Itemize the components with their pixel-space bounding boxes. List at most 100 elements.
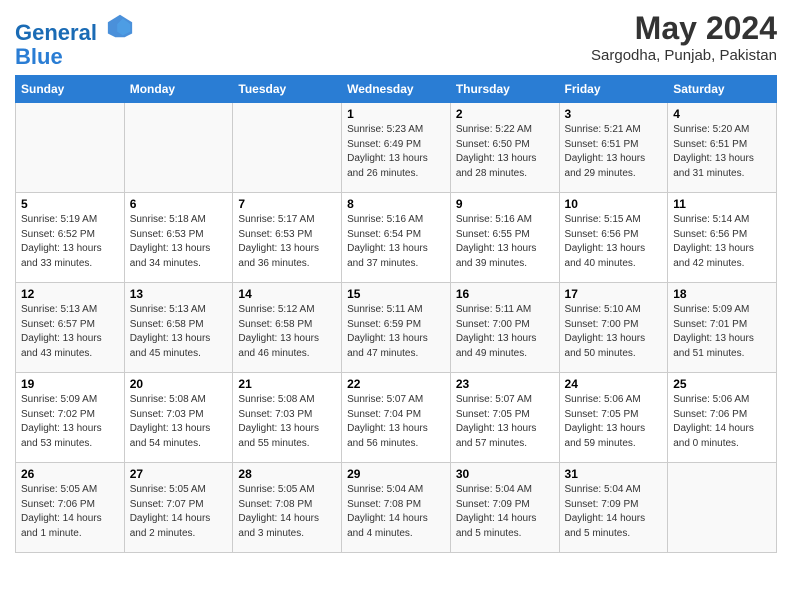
calendar-cell: 8 Sunrise: 5:16 AMSunset: 6:54 PMDaylight… xyxy=(342,193,451,283)
calendar-week-5: 26 Sunrise: 5:05 AMSunset: 7:06 PMDayligh… xyxy=(16,463,777,553)
calendar-cell: 14 Sunrise: 5:12 AMSunset: 6:58 PMDayligh… xyxy=(233,283,342,373)
day-number: 31 xyxy=(565,467,663,481)
calendar-cell: 21 Sunrise: 5:08 AMSunset: 7:03 PMDayligh… xyxy=(233,373,342,463)
day-number: 14 xyxy=(238,287,336,301)
day-info: Sunrise: 5:15 AMSunset: 6:56 PMDaylight:… xyxy=(565,213,663,271)
day-number: 24 xyxy=(565,377,663,391)
day-info: Sunrise: 5:06 AMSunset: 7:05 PMDaylight:… xyxy=(565,393,663,451)
calendar-table: SundayMondayTuesdayWednesdayThursdayFrid… xyxy=(15,75,777,553)
day-info: Sunrise: 5:08 AMSunset: 7:03 PMDaylight:… xyxy=(130,393,228,451)
calendar-cell: 2Sunrise: 5:22 AMSunset: 6:50 PMDaylight… xyxy=(450,103,559,193)
day-info: Sunrise: 5:22 AMSunset: 6:50 PMDaylight:… xyxy=(456,123,554,181)
day-number: 3 xyxy=(565,107,663,121)
day-info: Sunrise: 5:06 AMSunset: 7:06 PMDaylight:… xyxy=(673,393,771,451)
weekday-header-saturday: Saturday xyxy=(668,76,777,103)
day-number: 1 xyxy=(347,107,445,121)
calendar-header: SundayMondayTuesdayWednesdayThursdayFrid… xyxy=(16,76,777,103)
calendar-cell xyxy=(124,103,233,193)
calendar-cell: 16 Sunrise: 5:11 AMSunset: 7:00 PMDayligh… xyxy=(450,283,559,373)
day-info: Sunrise: 5:04 AMSunset: 7:09 PMDaylight:… xyxy=(565,483,663,541)
calendar-cell: 9 Sunrise: 5:16 AMSunset: 6:55 PMDaylight… xyxy=(450,193,559,283)
day-number: 19 xyxy=(21,377,119,391)
day-number: 8 xyxy=(347,197,445,211)
day-info: Sunrise: 5:05 AMSunset: 7:06 PMDaylight:… xyxy=(21,483,119,541)
calendar-cell: 28 Sunrise: 5:05 AMSunset: 7:08 PMDayligh… xyxy=(233,463,342,553)
weekday-header-thursday: Thursday xyxy=(450,76,559,103)
day-number: 25 xyxy=(673,377,771,391)
day-info: Sunrise: 5:04 AMSunset: 7:09 PMDaylight:… xyxy=(456,483,554,541)
day-info: Sunrise: 5:12 AMSunset: 6:58 PMDaylight:… xyxy=(238,303,336,361)
day-info: Sunrise: 5:14 AMSunset: 6:56 PMDaylight:… xyxy=(673,213,771,271)
day-info: Sunrise: 5:16 AMSunset: 6:54 PMDaylight:… xyxy=(347,213,445,271)
day-number: 29 xyxy=(347,467,445,481)
day-info: Sunrise: 5:08 AMSunset: 7:03 PMDaylight:… xyxy=(238,393,336,451)
day-info: Sunrise: 5:13 AMSunset: 6:57 PMDaylight:… xyxy=(21,303,119,361)
day-info: Sunrise: 5:10 AMSunset: 7:00 PMDaylight:… xyxy=(565,303,663,361)
day-info: Sunrise: 5:13 AMSunset: 6:58 PMDaylight:… xyxy=(130,303,228,361)
logo-line2: Blue xyxy=(15,44,63,69)
weekday-header-monday: Monday xyxy=(124,76,233,103)
month-year: May 2024 xyxy=(591,10,777,47)
day-number: 11 xyxy=(673,197,771,211)
header-row: SundayMondayTuesdayWednesdayThursdayFrid… xyxy=(16,76,777,103)
calendar-cell: 23Sunrise: 5:07 AMSunset: 7:05 PMDayligh… xyxy=(450,373,559,463)
calendar-cell: 11 Sunrise: 5:14 AMSunset: 6:56 PMDayligh… xyxy=(668,193,777,283)
day-number: 18 xyxy=(673,287,771,301)
day-number: 10 xyxy=(565,197,663,211)
day-info: Sunrise: 5:23 AMSunset: 6:49 PMDaylight:… xyxy=(347,123,445,181)
day-info: Sunrise: 5:05 AMSunset: 7:07 PMDaylight:… xyxy=(130,483,228,541)
calendar-cell: 26 Sunrise: 5:05 AMSunset: 7:06 PMDayligh… xyxy=(16,463,125,553)
day-number: 16 xyxy=(456,287,554,301)
location: Sargodha, Punjab, Pakistan xyxy=(591,47,777,64)
day-info: Sunrise: 5:09 AMSunset: 7:02 PMDaylight:… xyxy=(21,393,119,451)
calendar-week-2: 5 Sunrise: 5:19 AMSunset: 6:52 PMDaylight… xyxy=(16,193,777,283)
calendar-week-1: 1 Sunrise: 5:23 AMSunset: 6:49 PMDaylight… xyxy=(16,103,777,193)
day-info: Sunrise: 5:05 AMSunset: 7:08 PMDaylight:… xyxy=(238,483,336,541)
day-number: 5 xyxy=(21,197,119,211)
day-number: 13 xyxy=(130,287,228,301)
calendar-cell: 6 Sunrise: 5:18 AMSunset: 6:53 PMDaylight… xyxy=(124,193,233,283)
calendar-cell: 10 Sunrise: 5:15 AMSunset: 6:56 PMDayligh… xyxy=(559,193,668,283)
day-number: 15 xyxy=(347,287,445,301)
day-info: Sunrise: 5:18 AMSunset: 6:53 PMDaylight:… xyxy=(130,213,228,271)
day-info: Sunrise: 5:16 AMSunset: 6:55 PMDaylight:… xyxy=(456,213,554,271)
day-number: 26 xyxy=(21,467,119,481)
calendar-cell: 29 Sunrise: 5:04 AMSunset: 7:08 PMDayligh… xyxy=(342,463,451,553)
day-info: Sunrise: 5:11 AMSunset: 7:00 PMDaylight:… xyxy=(456,303,554,361)
calendar-cell: 20Sunrise: 5:08 AMSunset: 7:03 PMDayligh… xyxy=(124,373,233,463)
calendar-cell: 18Sunrise: 5:09 AMSunset: 7:01 PMDayligh… xyxy=(668,283,777,373)
day-number: 4 xyxy=(673,107,771,121)
calendar-cell: 13 Sunrise: 5:13 AMSunset: 6:58 PMDayligh… xyxy=(124,283,233,373)
day-info: Sunrise: 5:19 AMSunset: 6:52 PMDaylight:… xyxy=(21,213,119,271)
header: General Blue May 2024 Sargodha, Punjab, … xyxy=(15,10,777,69)
calendar-cell xyxy=(668,463,777,553)
day-info: Sunrise: 5:07 AMSunset: 7:04 PMDaylight:… xyxy=(347,393,445,451)
day-info: Sunrise: 5:21 AMSunset: 6:51 PMDaylight:… xyxy=(565,123,663,181)
calendar-cell xyxy=(233,103,342,193)
logo-line1: General xyxy=(15,20,97,45)
day-number: 28 xyxy=(238,467,336,481)
calendar-cell: 24 Sunrise: 5:06 AMSunset: 7:05 PMDayligh… xyxy=(559,373,668,463)
calendar-week-3: 12Sunrise: 5:13 AMSunset: 6:57 PMDayligh… xyxy=(16,283,777,373)
calendar-cell: 22 Sunrise: 5:07 AMSunset: 7:04 PMDayligh… xyxy=(342,373,451,463)
day-number: 30 xyxy=(456,467,554,481)
calendar-cell: 4Sunrise: 5:20 AMSunset: 6:51 PMDaylight… xyxy=(668,103,777,193)
calendar-cell xyxy=(16,103,125,193)
weekday-header-tuesday: Tuesday xyxy=(233,76,342,103)
day-number: 9 xyxy=(456,197,554,211)
day-number: 22 xyxy=(347,377,445,391)
calendar-cell: 19 Sunrise: 5:09 AMSunset: 7:02 PMDayligh… xyxy=(16,373,125,463)
logo: General Blue xyxy=(15,16,134,69)
calendar-cell: 31 Sunrise: 5:04 AMSunset: 7:09 PMDayligh… xyxy=(559,463,668,553)
day-number: 6 xyxy=(130,197,228,211)
calendar-cell: 5 Sunrise: 5:19 AMSunset: 6:52 PMDaylight… xyxy=(16,193,125,283)
calendar-cell: 27Sunrise: 5:05 AMSunset: 7:07 PMDayligh… xyxy=(124,463,233,553)
title-area: May 2024 Sargodha, Punjab, Pakistan xyxy=(591,10,777,64)
day-number: 21 xyxy=(238,377,336,391)
day-info: Sunrise: 5:11 AMSunset: 6:59 PMDaylight:… xyxy=(347,303,445,361)
day-info: Sunrise: 5:04 AMSunset: 7:08 PMDaylight:… xyxy=(347,483,445,541)
calendar-cell: 15 Sunrise: 5:11 AMSunset: 6:59 PMDayligh… xyxy=(342,283,451,373)
day-number: 7 xyxy=(238,197,336,211)
calendar-cell: 7Sunrise: 5:17 AMSunset: 6:53 PMDaylight… xyxy=(233,193,342,283)
logo-text: General xyxy=(15,16,134,45)
